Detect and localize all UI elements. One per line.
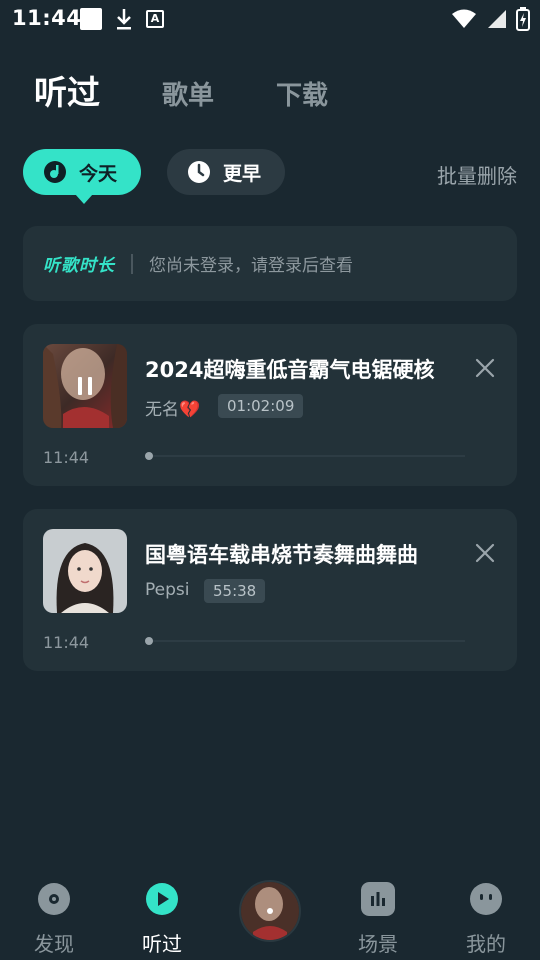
filter-earlier-chip[interactable]: 更早 [167, 149, 285, 195]
song-artist: 无名💔 [145, 400, 201, 420]
song-duration-badge: 01:02:09 [218, 394, 304, 418]
status-bar: 11:44 A [0, 0, 540, 38]
progress-bar[interactable] [145, 452, 465, 460]
progress-handle[interactable] [145, 637, 153, 645]
nav-scenes[interactable]: 场景 [338, 882, 418, 957]
batch-delete-button[interactable]: 批量删除 [437, 160, 517, 189]
song-title: 国粤语车载串烧节奏舞曲舞曲 [145, 543, 418, 567]
now-playing-disc[interactable] [239, 880, 301, 942]
song-title: 2024超嗨重低音霸气电锯硬核 [145, 358, 435, 382]
filter-earlier-label: 更早 [223, 162, 262, 185]
pause-icon[interactable] [73, 374, 97, 398]
nav-mine-label: 我的 [466, 932, 506, 956]
tab-playlists[interactable]: 歌单 [162, 75, 214, 112]
nav-listened[interactable]: 听过 [122, 882, 202, 957]
download-icon [117, 9, 131, 30]
clock-icon [188, 161, 210, 183]
system-icons [452, 7, 530, 31]
listen-duration-title: 听歌时长 [43, 256, 115, 276]
status-time: 11:44 [12, 6, 82, 30]
progress-bar[interactable] [145, 637, 465, 645]
album-cover[interactable] [43, 344, 127, 428]
login-hint: 您尚未登录，请登录后查看 [149, 256, 353, 276]
song-artist: Pepsi [145, 580, 190, 600]
song-card[interactable]: 国粤语车载串烧节奏舞曲舞曲 Pepsi 55:38 11:44 [23, 509, 517, 671]
notification-icons: A [80, 7, 164, 31]
nav-scenes-label: 场景 [358, 932, 398, 956]
nav-discover[interactable]: 发现 [14, 882, 94, 957]
song-duration-badge: 55:38 [204, 579, 266, 603]
progress-handle[interactable] [145, 452, 153, 460]
played-at-time: 11:44 [43, 633, 90, 652]
album-cover[interactable] [43, 529, 127, 613]
divider [131, 253, 133, 274]
wifi-icon [452, 9, 476, 28]
disc-icon [38, 883, 70, 915]
battery-charging-icon [516, 7, 530, 31]
top-tabs: 听过 歌单 下载 [34, 66, 390, 114]
album-cover-image [43, 529, 127, 613]
tab-downloads[interactable]: 下载 [276, 75, 328, 112]
nav-listened-label: 听过 [142, 932, 182, 956]
bars-icon [361, 882, 395, 916]
font-a-icon: A [146, 10, 164, 28]
listen-duration-card[interactable]: 听歌时长 您尚未登录，请登录后查看 [23, 226, 517, 301]
tab-listened[interactable]: 听过 [34, 66, 100, 114]
filter-today-label: 今天 [79, 162, 118, 185]
played-at-time: 11:44 [43, 448, 90, 467]
nav-mine[interactable]: 我的 [446, 882, 526, 957]
nav-discover-label: 发现 [34, 932, 74, 956]
signal-icon [488, 10, 506, 28]
face-icon [470, 883, 502, 915]
filter-today-chip[interactable]: 今天 [23, 149, 141, 204]
play-circle-icon [146, 883, 178, 915]
close-icon[interactable] [475, 358, 495, 378]
bottom-nav: 发现 听过 场景 我的 [0, 870, 540, 960]
music-note-icon [44, 161, 66, 183]
close-icon[interactable] [475, 543, 495, 563]
song-card[interactable]: 2024超嗨重低音霸气电锯硬核 无名💔 01:02:09 11:44 [23, 324, 517, 486]
notification-square-icon [80, 8, 102, 30]
now-playing-cover [241, 882, 299, 940]
